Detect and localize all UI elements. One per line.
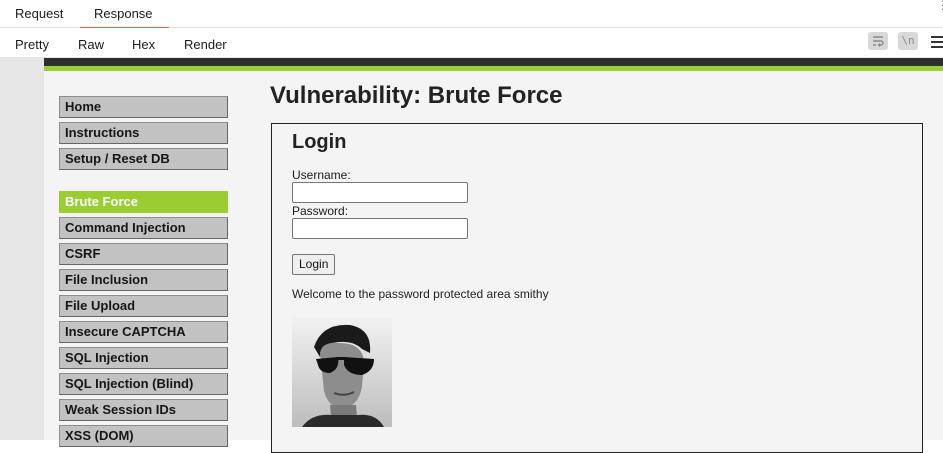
menu-item-brute-force[interactable]: Brute Force [59, 191, 228, 213]
menu-item-insecure-captcha[interactable]: Insecure CAPTCHA [59, 321, 228, 343]
password-label: Password: [292, 204, 349, 218]
tab-hex[interactable]: Hex [132, 37, 155, 52]
menu-item-file-inclusion[interactable]: File Inclusion [59, 269, 228, 291]
menu-item-csrf[interactable]: CSRF [59, 243, 228, 265]
password-input[interactable] [292, 218, 468, 239]
more-options-icon[interactable]: ⋮ [937, 0, 943, 16]
tab-pretty[interactable]: Pretty [15, 37, 49, 52]
show-newlines-icon[interactable]: \n [898, 32, 918, 50]
word-wrap-icon[interactable] [868, 32, 888, 50]
menu-item-setup-reset-db[interactable]: Setup / Reset DB [59, 148, 228, 170]
tab-raw[interactable]: Raw [78, 37, 104, 52]
menu-item-instructions[interactable]: Instructions [59, 122, 228, 144]
render-margin [0, 57, 45, 440]
user-photo-icon [292, 317, 392, 427]
response-view-tabs: Pretty Raw Hex Render \n [0, 28, 943, 60]
login-heading: Login [292, 131, 347, 153]
welcome-message: Welcome to the password protected area s… [292, 287, 549, 301]
username-label: Username: [292, 168, 351, 182]
login-panel: Login Username: Password: Login Welcome … [271, 123, 923, 453]
render-view: Home Instructions Setup / Reset DB Brute… [0, 57, 943, 453]
menu-item-sql-injection-blind[interactable]: SQL Injection (Blind) [59, 373, 228, 395]
main-menu: Home Instructions Setup / Reset DB [59, 96, 228, 174]
menu-item-xss-dom[interactable]: XSS (DOM) [59, 425, 228, 447]
menu-item-weak-session-ids[interactable]: Weak Session IDs [59, 399, 228, 421]
dvwa-page: Home Instructions Setup / Reset DB Brute… [44, 71, 943, 453]
login-button[interactable]: Login [292, 254, 336, 275]
menu-item-file-upload[interactable]: File Upload [59, 295, 228, 317]
dvwa-header-bar [44, 58, 943, 66]
menu-item-home[interactable]: Home [59, 96, 228, 118]
page-title: Vulnerability: Brute Force [270, 82, 563, 109]
tab-response[interactable]: Response [80, 6, 168, 29]
menu-item-sql-injection[interactable]: SQL Injection [59, 347, 228, 369]
menu-icon[interactable] [931, 36, 943, 51]
menu-item-command-injection[interactable]: Command Injection [59, 217, 228, 239]
tab-render[interactable]: Render [170, 37, 241, 60]
tab-request[interactable]: Request [15, 6, 63, 21]
username-input[interactable] [292, 182, 468, 203]
request-response-tabs: Request Response ⋮ [0, 0, 943, 29]
vulnerability-menu: Brute Force Command Injection CSRF File … [59, 191, 228, 451]
